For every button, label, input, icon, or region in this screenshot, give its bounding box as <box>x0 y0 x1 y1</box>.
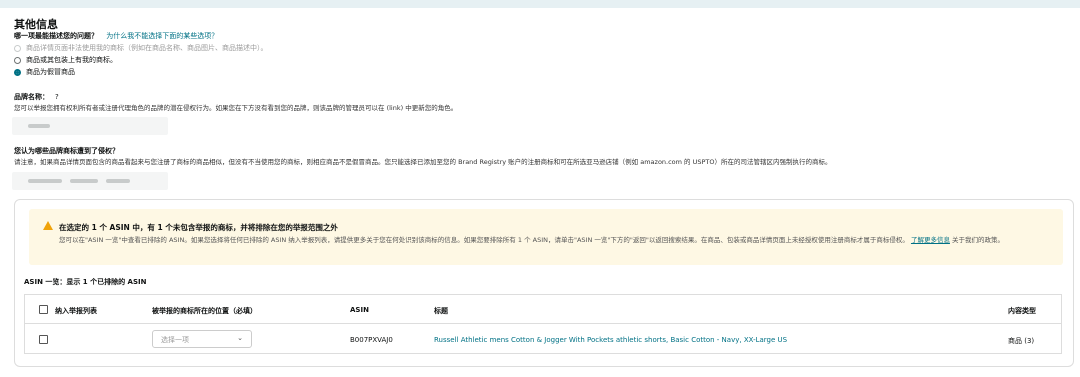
column-header-content-type: 内容类型 <box>1008 307 1036 315</box>
trademark-description: 请注意，如果商品详情页面包含的商品看起来与您注册了商标的商品相似，但没有不当使用… <box>14 158 832 166</box>
question-text: 哪一项最能描述您的问题？ <box>14 32 98 40</box>
option-label: 商品为假冒商品 <box>26 68 75 76</box>
redacted-value <box>28 124 50 128</box>
alert-body: 您可以在"ASIN 一览"中查看已排除的 ASIN。如果您选择将任何已排除的 A… <box>59 236 1005 244</box>
option-counterfeit[interactable]: 商品为假冒商品 <box>14 67 75 77</box>
asin-list-caption: ASIN 一览：显示 1 个已排除的 ASIN <box>24 278 147 286</box>
redacted-value <box>106 179 130 183</box>
option-trademark-on-product[interactable]: 商品或其包装上有我的商标。 <box>14 55 117 65</box>
select-placeholder: 选择一项 <box>161 336 189 344</box>
column-header-location: 被举报的商标所在的位置（必填） <box>152 307 257 315</box>
question-row: 哪一项最能描述您的问题？ 为什么我不能选择下面的某些选项？ <box>14 31 218 41</box>
asin-value: B007PXVAJ0 <box>350 336 393 344</box>
product-title-link[interactable]: Russell Athletic mens Cotton & Jogger Wi… <box>434 336 787 344</box>
trademark-label: 您认为哪些品牌商标遭到了侵权？ <box>14 147 119 155</box>
learn-more-link[interactable]: 了解更多信息 <box>911 236 950 244</box>
brand-description: 您可以举报您拥有权利所有者或注册代理角色的品牌的潜在侵权行为。如果您在下方没有看… <box>14 104 458 112</box>
why-options-link[interactable]: 为什么我不能选择下面的某些选项？ <box>106 32 218 40</box>
section-title: 其他信息 <box>14 18 58 31</box>
redacted-value <box>70 179 98 183</box>
content-type-value: 商品 (3) <box>1008 337 1035 345</box>
option-label: 商品详情页面非法使用我的商标（例如在商品名称、商品图片、商品描述中）。 <box>26 44 268 52</box>
option-label: 商品或其包装上有我的商标。 <box>26 56 117 64</box>
brand-name-label: 品牌名称：? <box>14 93 59 101</box>
table-divider <box>25 323 1061 324</box>
radio-counterfeit[interactable] <box>14 68 21 76</box>
trademark-select-field[interactable] <box>12 172 168 190</box>
warning-alert: 在选定的 1 个 ASIN 中，有 1 个未包含举报的商标，并将排除在您的举报范… <box>29 209 1063 265</box>
radio-illegal-use <box>14 44 21 52</box>
warning-icon <box>43 221 53 230</box>
alert-title: 在选定的 1 个 ASIN 中，有 1 个未包含举报的商标，并将排除在您的举报范… <box>59 223 338 232</box>
include-row-checkbox[interactable] <box>39 335 48 344</box>
brand-select-field[interactable] <box>12 117 168 135</box>
help-icon[interactable]: ? <box>55 93 59 101</box>
column-header-asin: ASIN <box>350 306 369 314</box>
column-header-include: 纳入举报列表 <box>55 307 97 315</box>
radio-trademark-on-product[interactable] <box>14 56 21 64</box>
trademark-location-select[interactable]: 选择一项 ⌄ <box>152 330 252 348</box>
column-header-title: 标题 <box>434 307 448 315</box>
redacted-value <box>28 179 62 183</box>
select-all-checkbox[interactable] <box>39 305 48 314</box>
asin-table: 纳入举报列表 被举报的商标所在的位置（必填） ASIN 标题 内容类型 选择一项… <box>24 294 1062 354</box>
chevron-down-icon: ⌄ <box>237 334 243 342</box>
option-illegal-use: 商品详情页面非法使用我的商标（例如在商品名称、商品图片、商品描述中）。 <box>14 43 268 53</box>
top-banner-strip <box>0 0 1080 8</box>
